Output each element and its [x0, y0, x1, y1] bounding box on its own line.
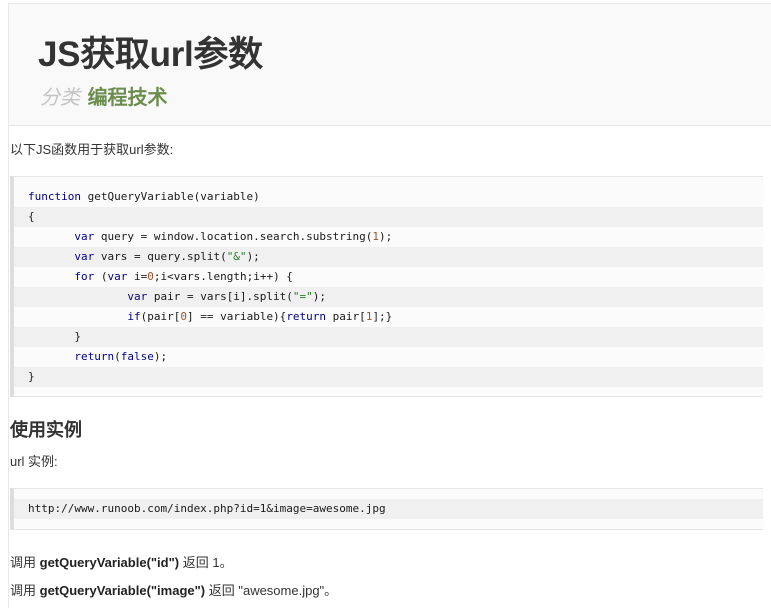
- result-line-image: 调用 getQueryVariable("image") 返回 "awesome…: [10, 583, 338, 598]
- function-call: getQueryVariable("id"): [39, 555, 180, 570]
- function-call: getQueryVariable("image"): [39, 583, 206, 598]
- code-block-function: function getQueryVariable(variable) { va…: [10, 176, 763, 397]
- page-title: JS获取url参数: [38, 35, 263, 74]
- code-line: var vars = query.split("&");: [14, 247, 763, 267]
- code-line: {: [14, 207, 763, 227]
- category-link[interactable]: 编程技术: [88, 87, 168, 109]
- code-line: var pair = vars[i].split("=");: [14, 287, 763, 307]
- code-line: function getQueryVariable(variable): [28, 190, 260, 203]
- code-line: return(false);: [74, 350, 168, 363]
- article-header: JS获取url参数 分类 编程技术: [9, 4, 771, 126]
- code-line: }: [14, 327, 763, 347]
- code-line: for (var i=0;i<vars.length;i++) {: [74, 270, 293, 283]
- section-heading: 使用实例: [10, 420, 82, 440]
- code-block-url: http://www.runoob.com/index.php?id=1&ima…: [10, 488, 763, 530]
- code-line: }: [14, 367, 763, 387]
- url-example-label: url 实例:: [10, 454, 58, 469]
- category-line: 分类 编程技术: [40, 81, 168, 110]
- code-line: http://www.runoob.com/index.php?id=1&ima…: [14, 499, 763, 519]
- intro-text: 以下JS函数用于获取url参数:: [10, 142, 174, 157]
- code-line: var query = window.location.search.subst…: [74, 230, 393, 243]
- category-label: 分类: [40, 87, 80, 109]
- result-line-id: 调用 getQueryVariable("id") 返回 1。: [10, 555, 233, 570]
- code-line: if(pair[0] == variable){return pair[1];}: [127, 310, 393, 323]
